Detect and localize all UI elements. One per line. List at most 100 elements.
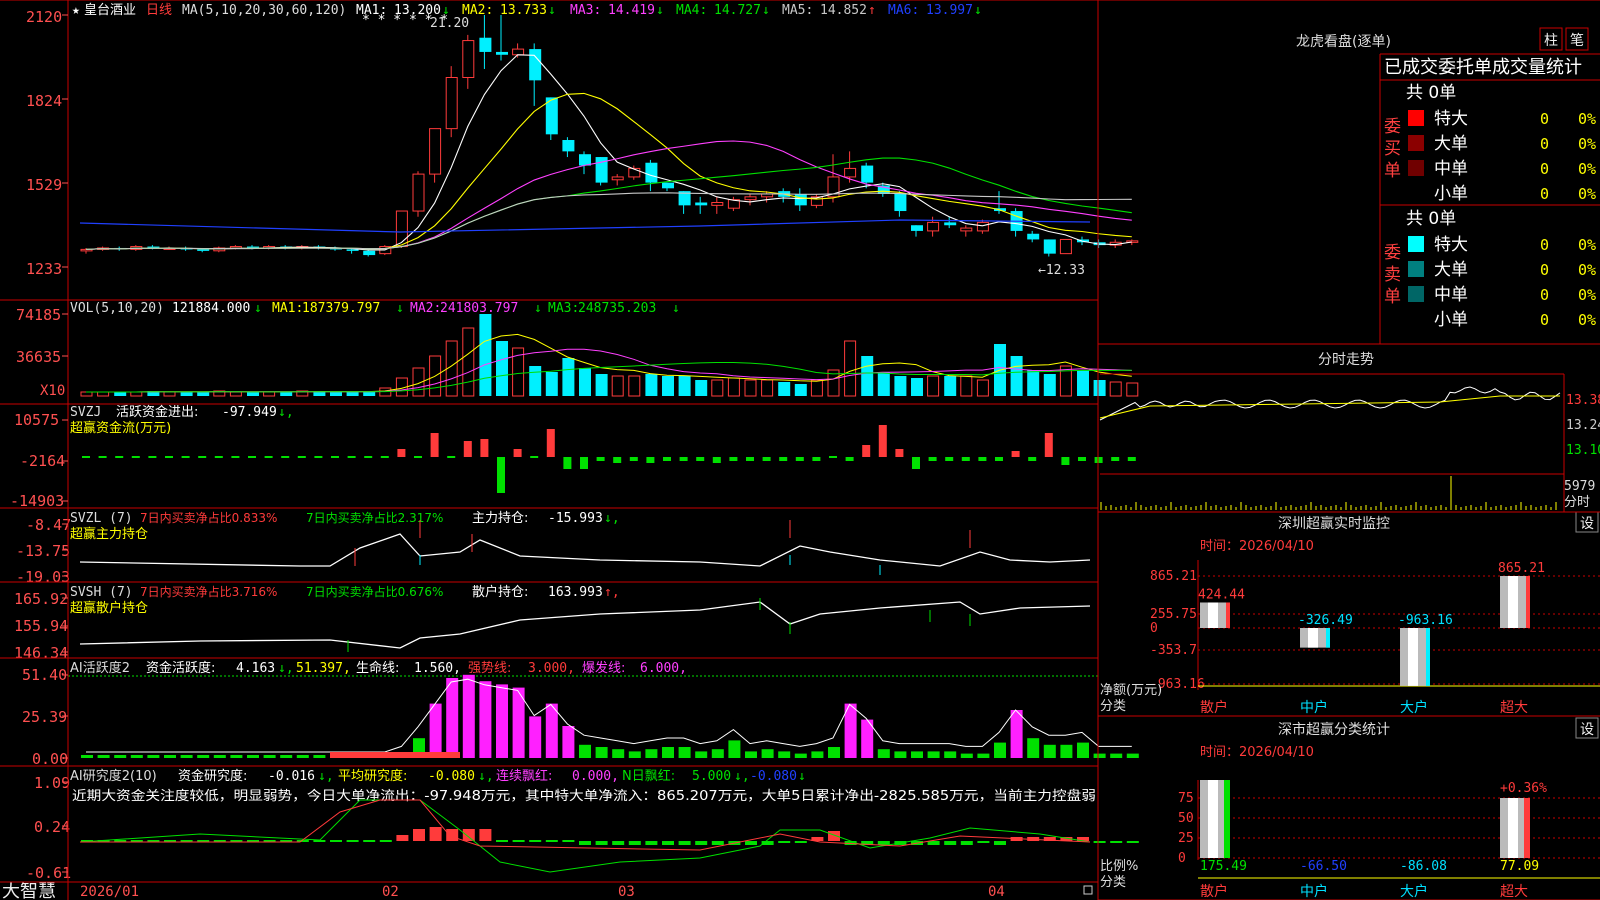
ai1-v3: 1.560,	[414, 661, 461, 676]
ma4-label: MA4:	[676, 3, 707, 18]
svzj-bar-53	[961, 457, 970, 461]
svzj-bar-51	[928, 457, 937, 461]
vol-header-label: VOL(5,10,20)	[70, 301, 164, 316]
ai1-bar-41	[761, 749, 774, 758]
svzj-bar-14	[314, 456, 323, 458]
svzj-bar-54	[978, 457, 987, 461]
svsh-value: 163.993	[548, 585, 603, 600]
ai1-bar-29	[562, 726, 575, 758]
candle-body-32	[611, 176, 624, 181]
ai2-bar-55	[994, 841, 1006, 845]
vol-ma1-label: MA1:	[272, 301, 303, 316]
candle-body-30	[579, 154, 591, 166]
ai1-bar-13	[296, 755, 309, 758]
svzl-ytick-2: -13.75	[16, 542, 70, 560]
vol-unit-label: X10	[40, 383, 65, 399]
fenshi-title: 分时走势	[1318, 352, 1374, 368]
ai1-bar-44	[811, 751, 824, 758]
ai1-bar-5	[164, 755, 176, 758]
favorite-star-icon[interactable]: ★	[72, 3, 80, 18]
ai1-t4: 强势线:	[468, 660, 511, 676]
ai1-bar-53	[960, 753, 973, 758]
ai2-t2: 平均研究度:	[338, 768, 407, 784]
sz-settings-label: 设	[1580, 516, 1594, 532]
ai1-bar-25	[496, 684, 508, 758]
sz-value-2: -963.16	[1398, 613, 1453, 628]
longhu-buy-swatch-0	[1408, 110, 1424, 126]
ai1-bar-45	[828, 747, 840, 758]
longhu-table-title: 已成交委托单成交量统计	[1384, 57, 1582, 78]
ai2-bar-28	[545, 840, 558, 842]
svsh-header-label: SVSH (7)	[70, 585, 133, 600]
svzj-bar-9	[231, 456, 240, 458]
ai2-bar-40	[745, 841, 757, 845]
longhu-buy-row-pct-0: 0%	[1578, 110, 1596, 128]
svzj-bar-13	[297, 456, 306, 458]
ai2-bar-61	[1093, 841, 1106, 843]
svzj-bar-56	[1011, 451, 1020, 457]
brand-logo: 大智慧	[2, 881, 56, 900]
ai1-bar-14	[313, 755, 326, 758]
longhu-sell-row-pct-1: 0%	[1578, 261, 1596, 279]
ma2-arrow: ↓	[548, 3, 556, 18]
ma5-arrow: ↑	[868, 3, 876, 18]
ai2-bar-53	[960, 841, 973, 845]
ss-settings-label: 设	[1580, 722, 1594, 738]
svzj-label: 活跃资金进出:	[116, 404, 198, 420]
svzj-bar-61	[1094, 457, 1103, 463]
ai1-header-label: AI活跃度2	[70, 660, 130, 676]
longhu-sell-swatch-2	[1408, 286, 1424, 302]
ss-stats-title: 深市超赢分类统计	[1278, 721, 1390, 738]
ai2-v4: 5.000	[692, 769, 731, 784]
longhu-sell-row-count-1: 0	[1540, 261, 1549, 279]
svzj-bar-19	[397, 449, 406, 457]
xaxis-date-3: 03	[618, 884, 635, 900]
svsh-line	[79, 601, 1091, 649]
longhu-sell-row-count-3: 0	[1540, 311, 1549, 329]
svzj-ytick-3: -14903	[10, 492, 64, 510]
svzj-bar-7	[198, 456, 207, 458]
ai2-ytick-3: -0.61	[26, 864, 71, 882]
ma5-label: MA5:	[782, 3, 813, 18]
longhu-sell-swatch-1	[1408, 261, 1424, 277]
svzj-bar-22	[447, 456, 456, 458]
ai1-bar-43	[794, 753, 807, 758]
vol-bar-33	[628, 375, 641, 397]
main-header: ★ 皇台酒业 日线 MA(5,10,20,30,60,120) MA1: 13.…	[72, 3, 982, 18]
svzl-arrow: ↓,	[604, 511, 620, 526]
ss-bar-hl-3	[1508, 798, 1518, 858]
ai1-bar-63	[1126, 753, 1139, 758]
ai1-bar-22	[446, 678, 459, 758]
svzj-bar-30	[580, 457, 588, 469]
svzl-header-label: SVZL (7)	[70, 511, 133, 526]
vol-bar-43	[794, 384, 807, 396]
vol-ma-2	[86, 348, 1132, 393]
vol-arrow: ↓	[254, 301, 262, 316]
svzl-t3: 主力持仓:	[472, 511, 528, 526]
longhu-buy-row-count-2: 0	[1540, 160, 1549, 178]
longhu-buy-total: 共 0单	[1406, 83, 1456, 103]
vol-ma3-value: 248735.203	[578, 301, 656, 316]
ai1-header: AI活跃度2 资金活跃度: 4.163 ↓, 51.397, 生命线: 1.56…	[70, 660, 687, 676]
ai2-v3: 0.000,	[572, 769, 619, 784]
vol-bar-2	[114, 392, 127, 396]
longhu-sell-row-label-1: 大单	[1434, 260, 1468, 280]
ai2-bar-52	[944, 841, 957, 845]
sz-ytick-1: 255.75	[1150, 607, 1197, 622]
period-label[interactable]: 日线	[146, 3, 172, 18]
sz-bar-edge-1	[1326, 628, 1330, 648]
vol-bar-27	[529, 366, 542, 396]
sz-cat-2: 大户	[1400, 699, 1428, 716]
ai2-bar-34	[645, 841, 658, 845]
longhu-sell-row-count-0: 0	[1540, 236, 1549, 254]
ai2-bar-27	[529, 840, 542, 842]
ai1-line	[86, 678, 1132, 753]
candle-body-22	[445, 77, 458, 130]
svzl-ytick-3: -19.03	[16, 568, 70, 586]
ai2-a1: ↓,	[318, 769, 334, 784]
ai1-bar-30	[579, 744, 591, 758]
ai2-bar-43	[794, 841, 807, 843]
svzj-bar-32	[613, 457, 622, 463]
svsh-header: SVSH (7) 7日内买卖净占比3.716% 7日内买卖净占比0.676% 散…	[70, 584, 620, 616]
lock-icon[interactable]	[1083, 885, 1093, 895]
